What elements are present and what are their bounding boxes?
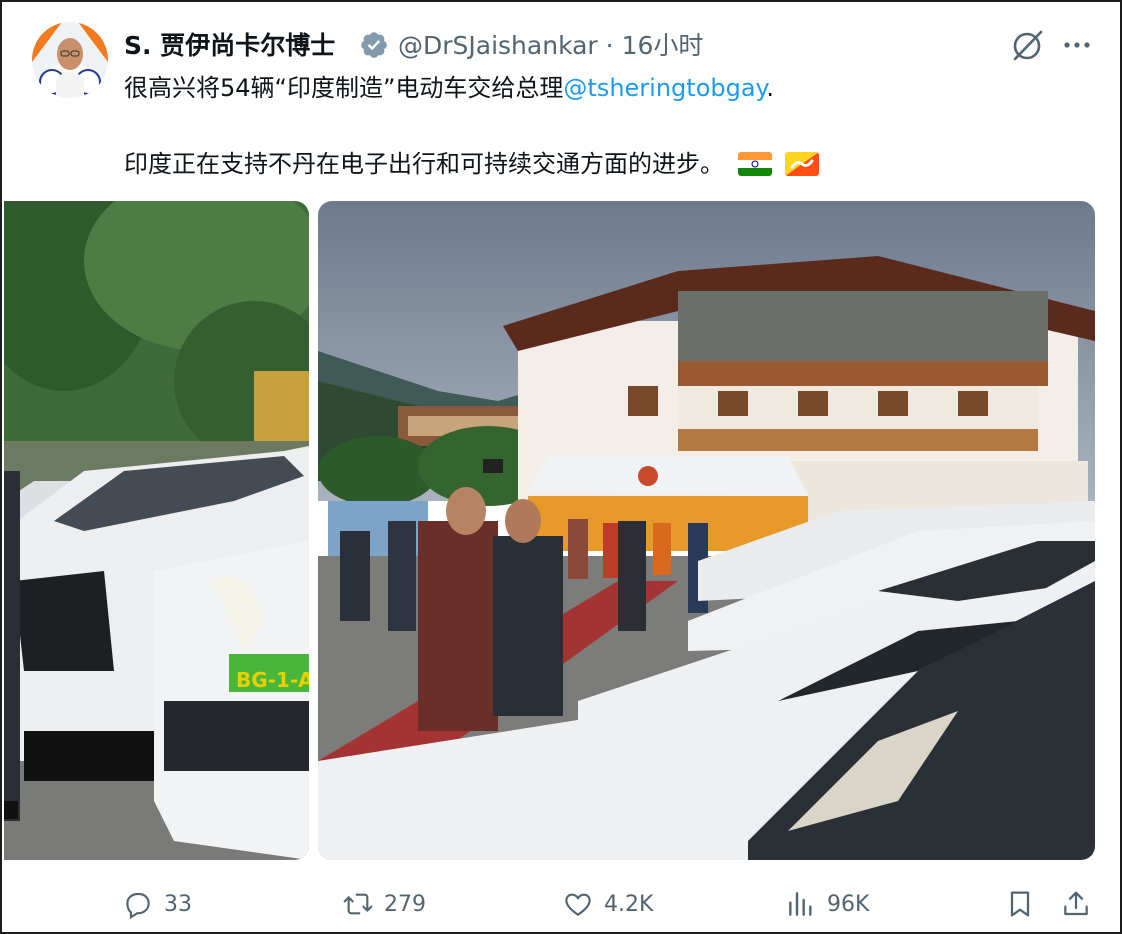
avatar[interactable] [32,22,108,98]
timestamp[interactable]: 16小时 [622,31,704,60]
views-count: 96K [827,891,870,917]
bookmark-icon [1010,891,1030,917]
views-button[interactable]: 96K [785,884,869,924]
bhutan-flag-icon [785,152,820,176]
handle-and-time: @DrSJaishankar · 16小时 [398,26,703,62]
more-icon[interactable] [1060,32,1094,58]
verified-badge-icon[interactable] [359,30,389,60]
tweet-text-suffix: . [766,74,774,102]
retweet-button[interactable]: 279 [342,884,426,924]
tweet-text-line-2: 印度正在支持不丹在电子出行和可持续交通方面的进步。 [124,144,820,179]
share-button[interactable] [1060,884,1092,924]
reply-button[interactable]: 33 [122,884,192,924]
like-count: 4.2K [604,891,654,917]
retweet-icon [343,893,373,915]
author-name[interactable]: S. 贾伊尚卡尔博士 [124,26,335,62]
retweet-count: 279 [384,891,426,917]
india-flag-icon [737,152,772,176]
tweet-card: S. 贾伊尚卡尔博士 @DrSJaishankar · 16小时 很高兴将54辆… [0,0,1122,934]
plate-text: BG-1-A [236,668,309,692]
bookmark-button[interactable] [1004,884,1036,924]
heart-icon [565,893,591,916]
tweet-text-prefix: 很高兴将54辆“印度制造”电动车交给总理 [124,74,564,102]
separator: · [605,31,614,60]
tweet-photo-1[interactable]: BG-1-A [4,201,309,860]
like-button[interactable]: 4.2K [562,884,653,924]
views-icon [789,892,812,916]
share-icon [1064,891,1088,916]
tweet-text-body: 印度正在支持不丹在电子出行和可持续交通方面的进步。 [124,150,724,178]
handle[interactable]: @DrSJaishankar [398,31,598,60]
mention-link[interactable]: @tsheringtobgay [563,74,766,102]
grok-icon[interactable] [1010,27,1046,63]
tweet-photo-2[interactable] [318,201,1095,860]
reply-icon [126,892,150,920]
tweet-text-line-1: 很高兴将54辆“印度制造”电动车交给总理@tsheringtobgay. [124,68,774,103]
reply-count: 33 [164,891,192,917]
